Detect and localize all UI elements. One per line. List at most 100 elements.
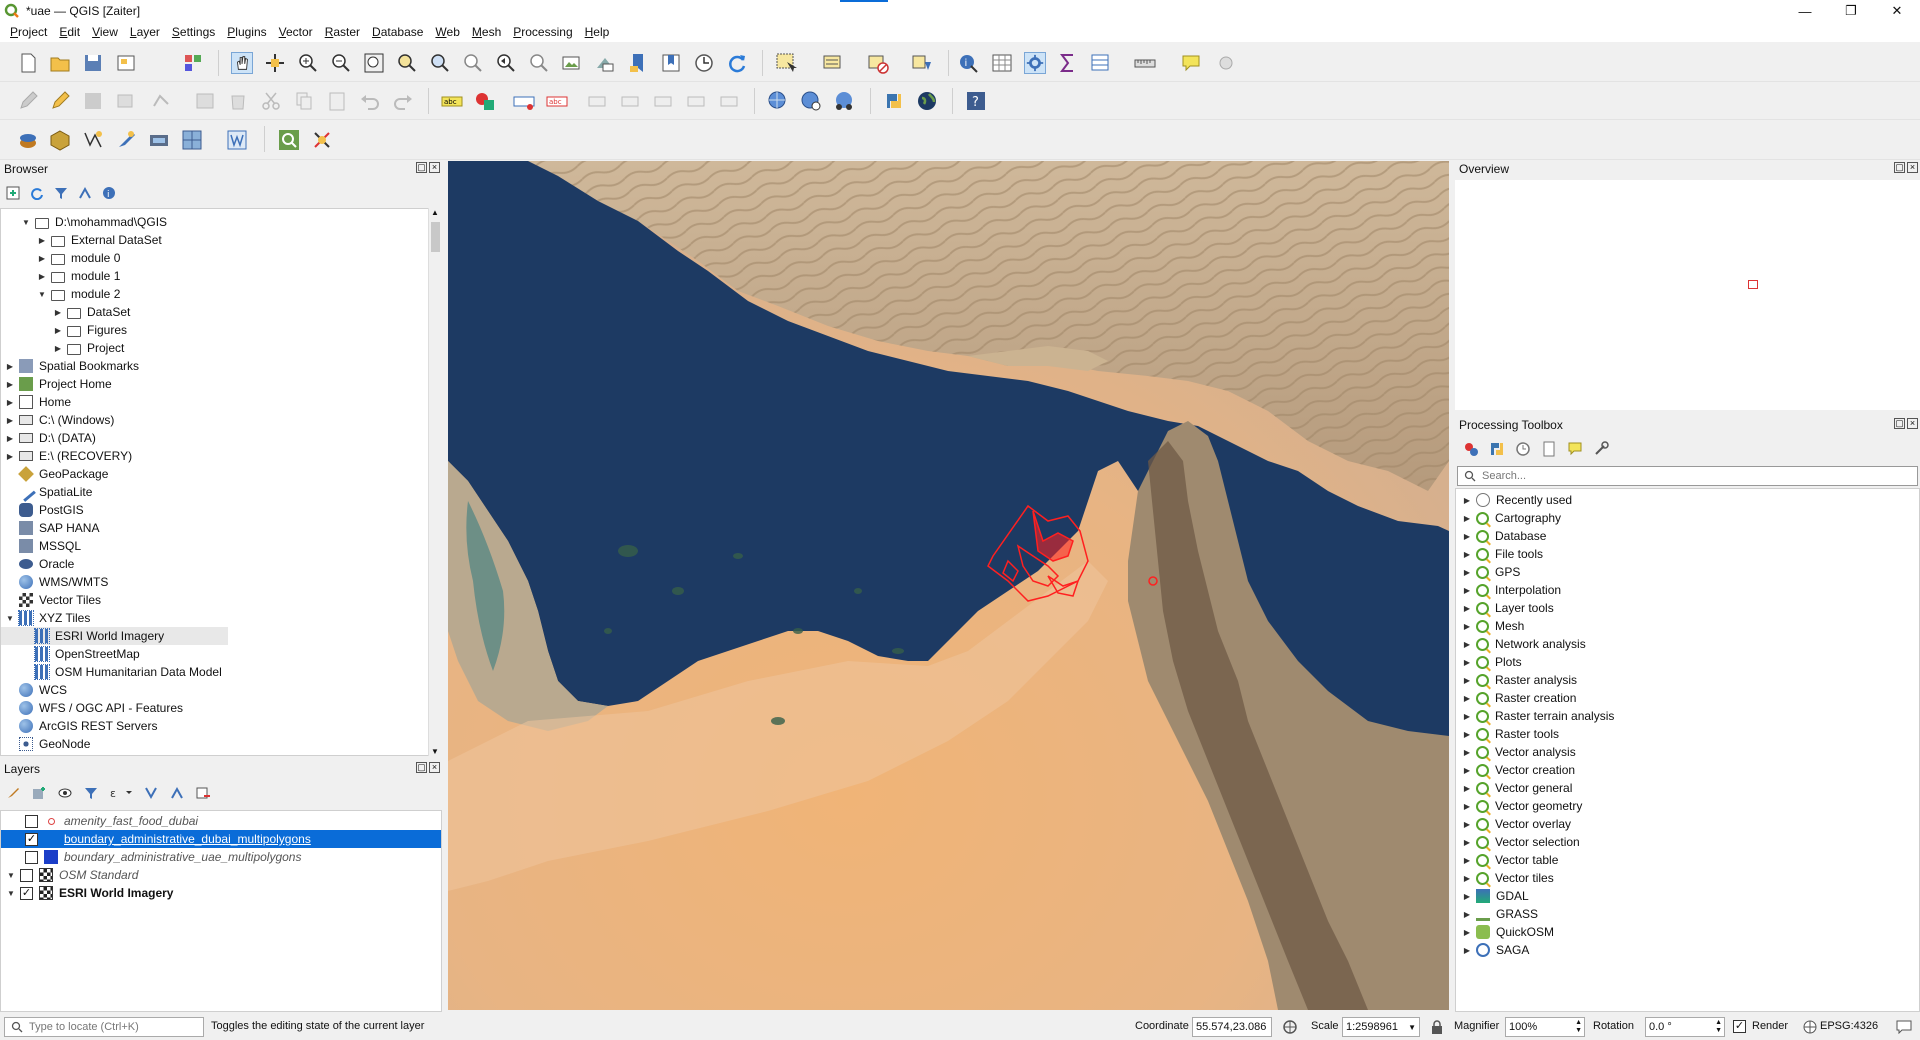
browser-item[interactable]: ▶ Project Home bbox=[1, 375, 441, 393]
manage-map-themes-icon[interactable] bbox=[58, 786, 72, 800]
restore-icon[interactable]: ❐ bbox=[1828, 0, 1874, 22]
new-project-icon[interactable] bbox=[17, 52, 39, 74]
processing-group[interactable]: ▶ Vector selection bbox=[1456, 833, 1919, 851]
new-print-layout-icon[interactable] bbox=[115, 52, 137, 74]
chevron-right-icon[interactable]: ▶ bbox=[1462, 675, 1472, 685]
float-icon[interactable]: ▢ bbox=[416, 762, 427, 773]
open-table-icon[interactable] bbox=[1090, 52, 1112, 74]
undo-icon[interactable] bbox=[359, 90, 381, 112]
processing-group[interactable]: ▶ Layer tools bbox=[1456, 599, 1919, 617]
change-label-icon[interactable] bbox=[652, 90, 674, 112]
osm-download-icon[interactable] bbox=[767, 90, 789, 112]
chevron-right-icon[interactable]: ▶ bbox=[1462, 837, 1472, 847]
chevron-right-icon[interactable]: ▶ bbox=[1462, 855, 1472, 865]
cut-features-icon[interactable] bbox=[260, 90, 282, 112]
pin-labels-icon[interactable] bbox=[513, 90, 535, 112]
globe-icon[interactable] bbox=[916, 90, 938, 112]
chevron-right-icon[interactable]: ▶ bbox=[1462, 657, 1472, 667]
browser-item[interactable]: GeoNode bbox=[1, 735, 441, 753]
browser-item[interactable]: WMS/WMTS bbox=[1, 573, 441, 591]
chevron-right-icon[interactable]: ▶ bbox=[1462, 891, 1472, 901]
processing-group[interactable]: ▶ Recently used bbox=[1456, 491, 1919, 509]
menu-edit[interactable]: Edit bbox=[53, 25, 86, 39]
rotation-field[interactable]: 0.0 ° ▲ ▼ bbox=[1645, 1017, 1725, 1037]
layer-visibility-checkbox[interactable] bbox=[25, 850, 38, 864]
new-virtual-layer-icon[interactable] bbox=[148, 129, 170, 151]
options-icon[interactable] bbox=[1593, 441, 1609, 457]
browser-item[interactable]: ▶ Project bbox=[1, 339, 441, 357]
browser-item[interactable]: WFS / OGC API - Features bbox=[1, 699, 441, 717]
processing-group[interactable]: ▶ Vector geometry bbox=[1456, 797, 1919, 815]
layer-row[interactable]: amenity_fast_food_dubai bbox=[1, 812, 441, 830]
chevron-right-icon[interactable]: ▶ bbox=[5, 397, 15, 407]
current-edits-icon[interactable] bbox=[17, 90, 39, 112]
toggle-extents-icon[interactable] bbox=[1282, 1019, 1298, 1035]
new-temporary-layer-icon[interactable] bbox=[181, 129, 203, 151]
chevron-right-icon[interactable]: ▶ bbox=[1462, 513, 1472, 523]
decorations-icon[interactable] bbox=[1215, 52, 1237, 74]
plugin-tool-icon[interactable] bbox=[311, 129, 333, 151]
chevron-right-icon[interactable]: ▶ bbox=[53, 307, 63, 317]
menu-view[interactable]: View bbox=[86, 25, 124, 39]
chevron-right-icon[interactable]: ▶ bbox=[1462, 801, 1472, 811]
diagram-tool-icon[interactable] bbox=[474, 90, 496, 112]
browser-item[interactable]: ArcGIS REST Servers bbox=[1, 717, 441, 735]
browser-item[interactable]: ▶ D:\ (DATA) bbox=[1, 429, 441, 447]
chevron-down-icon[interactable]: ▼ bbox=[37, 289, 47, 299]
collapse-all-layers-icon[interactable] bbox=[170, 786, 184, 800]
highlight-labels-icon[interactable]: abc bbox=[546, 90, 568, 112]
browser-item[interactable]: WCS bbox=[1, 681, 441, 699]
select-features-icon[interactable] bbox=[775, 52, 797, 74]
zoom-to-layer-icon[interactable] bbox=[429, 52, 451, 74]
expand-arrow-icon[interactable]: ▼ bbox=[6, 888, 16, 898]
chevron-right-icon[interactable]: ▶ bbox=[1462, 765, 1472, 775]
data-source-manager-icon[interactable] bbox=[17, 129, 39, 151]
toggle-editing-icon[interactable] bbox=[49, 90, 71, 112]
map-tips-icon[interactable] bbox=[1180, 52, 1202, 74]
browser-item[interactable]: GeoPackage bbox=[1, 465, 441, 483]
filter-expression-icon[interactable]: ε bbox=[110, 786, 132, 800]
browser-scrollbar[interactable]: ▲ ▼ bbox=[428, 208, 442, 756]
results-viewer-icon[interactable] bbox=[1541, 441, 1557, 457]
chevron-right-icon[interactable]: ▶ bbox=[1462, 531, 1472, 541]
chevron-down-icon[interactable]: ▼ bbox=[5, 613, 15, 623]
pan-icon[interactable] bbox=[231, 52, 253, 74]
temporal-controller-icon[interactable] bbox=[693, 52, 715, 74]
processing-group[interactable]: ▶ Interpolation bbox=[1456, 581, 1919, 599]
processing-group[interactable]: ▶ Vector table bbox=[1456, 851, 1919, 869]
menu-raster[interactable]: Raster bbox=[319, 25, 366, 39]
chevron-right-icon[interactable]: ▶ bbox=[1462, 621, 1472, 631]
menu-plugins[interactable]: Plugins bbox=[221, 25, 272, 39]
add-feature-icon[interactable] bbox=[115, 90, 137, 112]
browser-item[interactable]: OpenStreetMap bbox=[1, 645, 441, 663]
menu-processing[interactable]: Processing bbox=[507, 25, 578, 39]
chevron-right-icon[interactable]: ▶ bbox=[1462, 747, 1472, 757]
identify-features-icon[interactable]: i bbox=[957, 52, 979, 74]
browser-item[interactable]: ▼ XYZ Tiles bbox=[1, 609, 441, 627]
menu-settings[interactable]: Settings bbox=[166, 25, 221, 39]
refresh-icon[interactable] bbox=[726, 52, 748, 74]
refresh-browser-icon[interactable] bbox=[30, 186, 44, 200]
chevron-right-icon[interactable]: ▶ bbox=[1462, 603, 1472, 613]
new-map-view-icon[interactable] bbox=[561, 52, 583, 74]
chevron-right-icon[interactable]: ▶ bbox=[5, 361, 15, 371]
zoom-next-icon[interactable] bbox=[528, 52, 550, 74]
select-by-value-icon[interactable] bbox=[822, 52, 844, 74]
chevron-right-icon[interactable]: ▶ bbox=[5, 415, 15, 425]
new-spatialite-icon[interactable] bbox=[115, 129, 137, 151]
browser-item[interactable]: ▶ module 1 bbox=[1, 267, 441, 285]
delete-selected-icon[interactable] bbox=[227, 90, 249, 112]
float-icon[interactable]: ▢ bbox=[416, 162, 427, 173]
style-manager-icon[interactable] bbox=[182, 52, 204, 74]
locator-search-icon[interactable] bbox=[278, 129, 300, 151]
zoom-in-icon[interactable] bbox=[297, 52, 319, 74]
processing-group[interactable]: ▶ Network analysis bbox=[1456, 635, 1919, 653]
messages-icon[interactable] bbox=[1896, 1020, 1912, 1034]
chevron-right-icon[interactable]: ▶ bbox=[1462, 729, 1472, 739]
layer-row[interactable]: ▼ OSM Standard bbox=[1, 866, 441, 884]
chevron-right-icon[interactable]: ▶ bbox=[1462, 873, 1472, 883]
browser-item[interactable]: ▶ Spatial Bookmarks bbox=[1, 357, 441, 375]
measure-line-icon[interactable] bbox=[1134, 52, 1156, 74]
open-project-icon[interactable] bbox=[49, 52, 71, 74]
processing-group[interactable]: ▶ Vector general bbox=[1456, 779, 1919, 797]
